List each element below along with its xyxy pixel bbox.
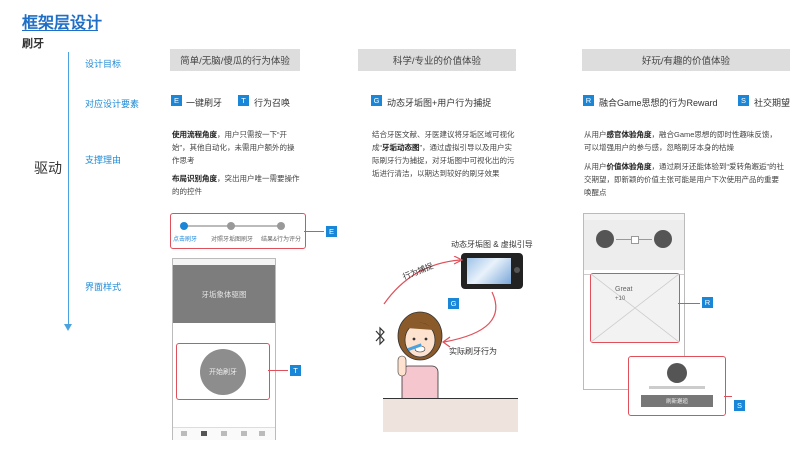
actual-label: 实际刷牙行为 xyxy=(449,347,497,356)
reason-col3-p2: 从用户价值体验角度，通过刷牙还能体验到“爱转角邂逅”的社交期望，即新颖的价值主张… xyxy=(584,160,784,199)
row-label-goal: 设计目标 xyxy=(85,59,122,69)
vs-marker xyxy=(631,236,639,244)
illustration-top-label: 动态牙垢图 & 虚拟引导 xyxy=(451,240,533,249)
reason-col3-p1-pre: 从用户 xyxy=(584,130,607,139)
step-label-3: 结果&行为评分 xyxy=(261,237,302,243)
sink-counter xyxy=(383,398,518,432)
start-button-highlight xyxy=(176,343,270,400)
goal-simple: 简单/无脑/傻瓜的行为体验 xyxy=(170,49,300,71)
score-text: +10 xyxy=(615,296,626,302)
girl-brushing-illustration xyxy=(397,311,443,405)
step-dot-3[interactable] xyxy=(277,222,285,230)
reason-col2-bold: 牙垢动态图 xyxy=(382,143,420,152)
row-label-reason: 支撑理由 xyxy=(85,155,122,165)
timeline-arrow xyxy=(64,324,72,331)
goal-scientific: 科学/专业的价值体验 xyxy=(358,49,516,71)
refresh-encounter-button[interactable]: 刷新邂逅 xyxy=(641,395,713,407)
landscape-phone xyxy=(461,253,523,289)
social-name-placeholder xyxy=(649,386,705,389)
goal-fun: 好玩/有趣的价值体验 xyxy=(582,49,790,71)
element-call-to-action: 行为召唤 xyxy=(254,98,291,108)
plaque-image-placeholder: 牙垢象体驱图 xyxy=(173,265,275,323)
title-underline xyxy=(22,30,98,31)
great-text: Great xyxy=(615,286,633,293)
tab-icon-2[interactable] xyxy=(201,431,207,436)
element-one-tap: 一键刷牙 xyxy=(186,98,223,108)
connector-e xyxy=(304,231,324,232)
avatar-left[interactable] xyxy=(596,230,614,248)
reason-col3-p1-bold: 感官体验角度 xyxy=(606,130,652,139)
badge-t-ui: T xyxy=(290,365,301,376)
step-dot-2[interactable] xyxy=(227,222,235,230)
tab-bar xyxy=(173,427,275,440)
timeline-line xyxy=(68,52,69,327)
badge-s: S xyxy=(738,95,749,106)
connector-t xyxy=(268,370,288,371)
reward-highlight: Great +10 xyxy=(590,273,680,343)
plaque-screen xyxy=(467,258,511,284)
reason-col3-p2-bold: 价值体验角度 xyxy=(606,162,652,171)
refresh-encounter-label: 刷新邂逅 xyxy=(665,399,688,405)
element-social: 社交期望 xyxy=(754,98,791,108)
girl-arm xyxy=(397,355,407,377)
page-subtitle: 刷牙 xyxy=(22,38,44,50)
sink-edge xyxy=(383,398,518,399)
tab-icon-1[interactable] xyxy=(181,431,187,436)
row-label-elements: 对应设计要素 xyxy=(85,99,140,109)
step-indicator-box: 点击刷牙 对照牙垢图刷牙 结果&行为评分 xyxy=(170,213,306,249)
badge-g: G xyxy=(371,95,382,106)
badge-r-ui: R xyxy=(702,297,713,308)
girl-eye-left xyxy=(412,337,416,341)
step-label-2: 对照牙垢图刷牙 xyxy=(211,237,254,243)
badge-e-ui: E xyxy=(326,226,337,237)
bluetooth-icon-path xyxy=(375,326,385,346)
social-card: 刷新邂逅 xyxy=(628,356,726,416)
social-avatar[interactable] xyxy=(667,363,687,383)
element-dynamic-plaque: 动态牙垢图+用户行为捕捉 xyxy=(387,98,492,108)
connector-r xyxy=(678,303,700,304)
badge-t: T xyxy=(238,95,249,106)
drive-label: 驱动 xyxy=(34,160,62,176)
avatar-right[interactable] xyxy=(654,230,672,248)
reason-col1-p1-bold: 使用流程角度 xyxy=(172,130,217,139)
reason-col1-p2: 布局识别角度，突出用户唯一需要操作的的控件 xyxy=(172,172,300,198)
badge-e: E xyxy=(171,95,182,106)
tab-icon-3[interactable] xyxy=(221,431,227,436)
reason-col3-p2-pre: 从用户 xyxy=(584,162,607,171)
reason-col1-p2-bold: 布局识别角度 xyxy=(172,174,217,183)
reason-col3-p1: 从用户感官体验角度，融合Game思想的即时性趣味反馈，可以增强用户的参与感，忽略… xyxy=(584,128,784,154)
reward-placeholder-cross xyxy=(591,274,679,342)
step-label-1: 点击刷牙 xyxy=(173,237,198,243)
element-game-reward: 融合Game思想的行为Reward xyxy=(599,98,718,108)
girl-eye-right xyxy=(424,337,428,341)
plaque-image-label: 牙垢象体驱图 xyxy=(201,290,247,299)
step-dot-1[interactable] xyxy=(180,222,188,230)
reason-col1-p1: 使用流程角度，用户只需按一下“开始”，其他自动化，未需用户额外的操作思考 xyxy=(172,128,300,167)
badge-s-ui: S xyxy=(734,400,745,411)
phone-home-button xyxy=(514,267,520,273)
badge-r: R xyxy=(583,95,594,106)
vs-panel xyxy=(584,220,684,270)
connector-s xyxy=(724,396,732,397)
row-label-ui: 界面样式 xyxy=(85,282,122,292)
reason-col2: 结合牙医文献、牙医建议将牙垢区域可视化成“牙垢动态图”，通过虚拟引导以及用户实际… xyxy=(372,128,517,180)
tab-icon-4[interactable] xyxy=(241,431,247,436)
tab-icon-5[interactable] xyxy=(259,431,265,436)
